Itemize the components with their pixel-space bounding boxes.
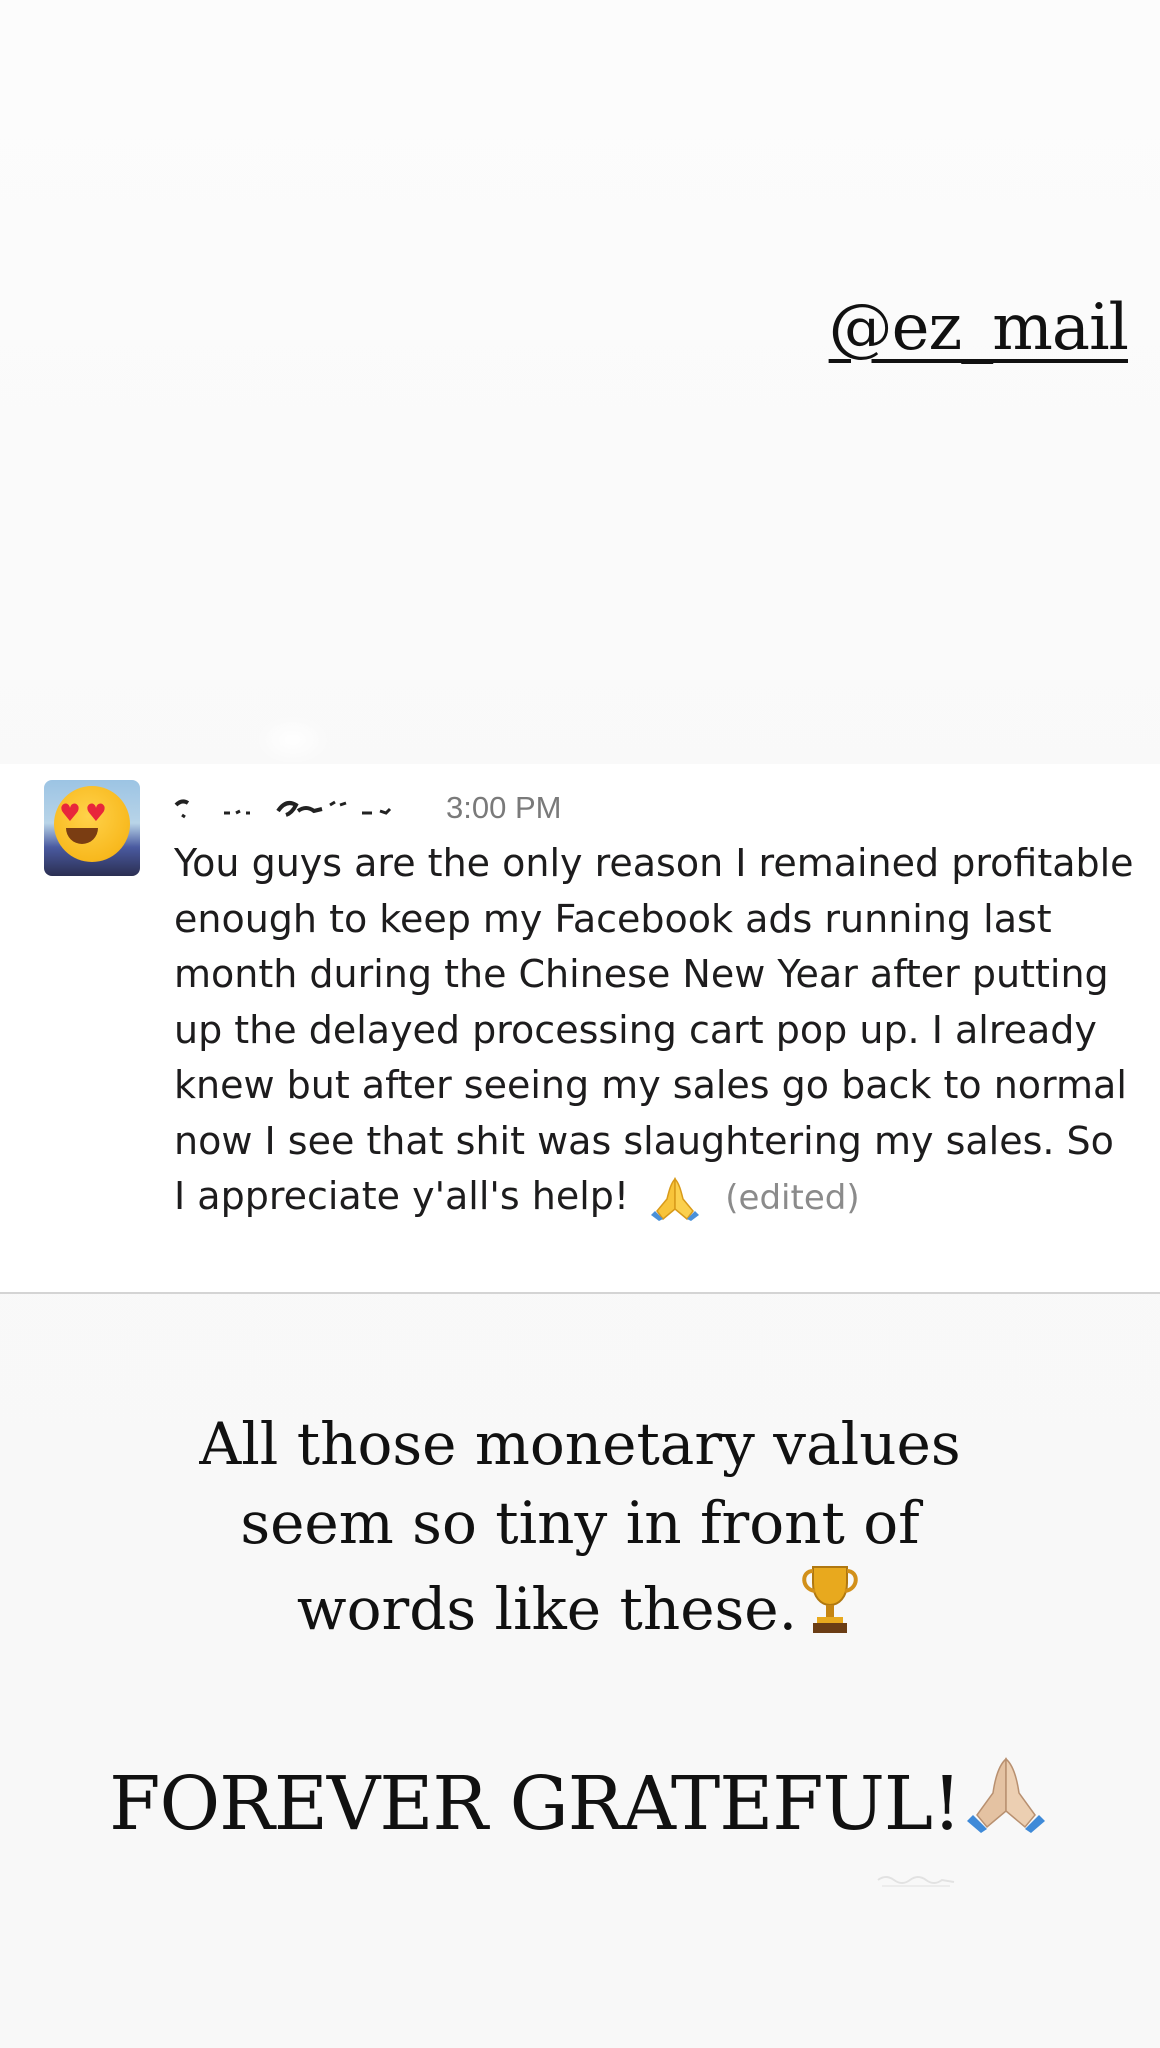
story-canvas: @ez_mail ♥ ♥ 3:00 PM You guys are the on…	[0, 0, 1160, 2048]
message-card: ♥ ♥ 3:00 PM You guys are the only reason…	[0, 764, 1160, 1294]
caption-appreciation: All those monetary values seem so tiny i…	[0, 1405, 1160, 1649]
author-name-redacted[interactable]	[174, 791, 442, 825]
trophy-icon	[802, 1566, 858, 1633]
redaction-scribble	[174, 799, 392, 819]
mention-handle[interactable]: @ez_mail	[829, 296, 1129, 360]
heart-left-icon: ♥	[59, 799, 81, 827]
caption-line2-text: FOREVER GRATEFUL!	[109, 1761, 962, 1847]
folded-hands-icon	[651, 1176, 700, 1221]
message-body: You guys are the only reason I remained …	[174, 836, 1134, 1227]
watermark-scribble	[877, 1876, 955, 1887]
folded-hands-icon	[966, 1757, 1045, 1833]
message-text: You guys are the only reason I remained …	[174, 841, 1134, 1218]
heart-right-icon: ♥	[85, 799, 107, 827]
background-smudge	[255, 715, 330, 765]
message-timestamp[interactable]: 3:00 PM	[446, 790, 561, 826]
avatar[interactable]: ♥ ♥	[44, 780, 140, 876]
message-header: 3:00 PM	[174, 786, 561, 830]
caption-forever-grateful: FOREVER GRATEFUL!	[0, 1755, 1160, 1844]
edited-label: (edited)	[725, 1178, 860, 1218]
